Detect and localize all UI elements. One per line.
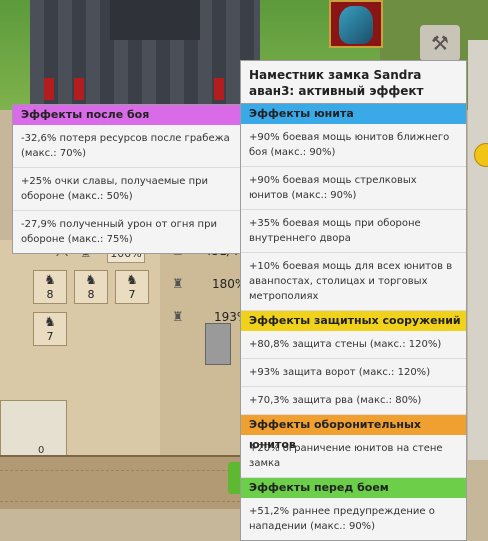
soldier-icon: ♞ [44,315,56,330]
effect-row: +51,2% раннее предупреждение о нападении… [249,506,435,532]
unit-slot[interactable]: ♞ 7 [33,312,67,346]
after-battle-panel: Эффекты после боя -32,6% потеря ресурсов… [12,104,240,254]
ornament [0,470,240,502]
banner [74,78,84,100]
castellan-avatar[interactable] [329,0,383,48]
castle-tower [110,0,200,40]
effect-row: +25% очки славы, получаемые при обороне … [13,168,240,211]
gate-image [205,323,231,365]
effects-panel: Эффекты юнита +90% боевая мощь юнитов бл… [240,104,467,541]
effect-row: +35% боевая мощь при обороне внутреннего… [241,210,466,253]
soldier-icon: ♞ [126,273,138,288]
right-sidebar [468,40,488,460]
effect-row: +90% боевая мощь стрелковых юнитов (макс… [241,167,466,210]
portrait-icon [339,6,373,44]
banner [214,78,224,100]
effect-row: +80,8% защита стены (макс.: 120%) [241,331,466,359]
after-battle-header: Эффекты после боя [13,105,240,125]
banner [44,78,54,100]
unit-effects-header: Эффекты юнита [241,104,466,124]
effect-row: -27,9% полученный урон от огня при оборо… [21,219,217,245]
effect-row: +10% боевая мощь для всех юнитов в аванп… [241,253,466,311]
effect-row: +90% боевая мощь юнитов ближнего боя (ма… [241,124,466,167]
defense-structures-header: Эффекты защитных сооружений [241,311,466,331]
effect-row: +70,3% защита рва (макс.: 80%) [241,387,466,415]
unit-count: 7 [46,330,54,343]
unit-count: 8 [46,288,54,301]
unit-count: 8 [87,288,95,301]
troops-image[interactable] [0,400,67,457]
unit-slot[interactable]: ♞ 8 [74,270,108,304]
effect-row: -32,6% потеря ресурсов после грабежа (ма… [13,125,240,168]
build-tools-icon[interactable]: ⚒ [420,25,460,61]
tooltip-title: Наместник замка Sandra аван3: активный э… [240,60,467,114]
before-battle-header: Эффекты перед боем [241,478,466,498]
soldier-icon: ♞ [85,273,97,288]
gate-icon: ♜ [172,277,184,292]
unit-slot[interactable]: ♞ 7 [115,270,149,304]
effect-row: +93% защита ворот (макс.: 120%) [241,359,466,387]
defensive-units-header: Эффекты оборонительных юнитов [241,415,466,451]
unit-slot[interactable]: ♞ 8 [33,270,67,304]
effect-row: +20% ограничение юнитов на стене замка [241,435,466,478]
moat-icon: ♜ [172,310,184,325]
unit-count: 7 [128,288,136,301]
soldier-icon: ♞ [44,273,56,288]
